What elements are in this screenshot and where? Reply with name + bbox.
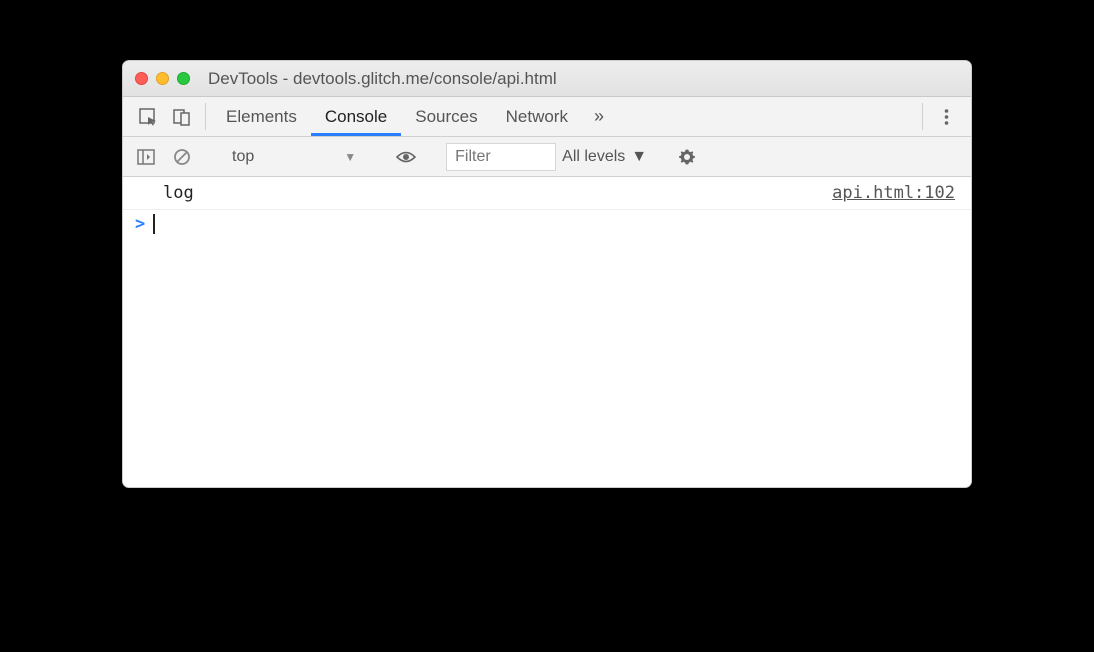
close-icon[interactable] — [135, 72, 148, 85]
device-mode-icon[interactable] — [165, 97, 199, 136]
live-expression-icon[interactable] — [391, 142, 421, 172]
tab-network[interactable]: Network — [492, 97, 582, 136]
log-message: log — [163, 183, 194, 203]
context-selector[interactable]: top ▼ — [222, 142, 366, 172]
kebab-menu-icon[interactable] — [929, 97, 963, 136]
divider — [922, 103, 923, 130]
chevron-down-icon: ▼ — [344, 150, 356, 164]
log-entry[interactable]: log api.html:102 — [123, 177, 971, 210]
chevron-down-icon: ▼ — [631, 148, 647, 166]
titlebar[interactable]: DevTools - devtools.glitch.me/console/ap… — [123, 61, 971, 97]
traffic-lights — [135, 72, 190, 85]
maximize-icon[interactable] — [177, 72, 190, 85]
log-levels-selector[interactable]: All levels ▼ — [562, 148, 647, 166]
sidebar-toggle-icon[interactable] — [131, 142, 161, 172]
console-output: log api.html:102 > — [123, 177, 971, 487]
tab-sources[interactable]: Sources — [401, 97, 491, 136]
devtools-window: DevTools - devtools.glitch.me/console/ap… — [122, 60, 972, 488]
clear-console-icon[interactable] — [167, 142, 197, 172]
context-label: top — [232, 148, 254, 166]
minimize-icon[interactable] — [156, 72, 169, 85]
text-cursor — [153, 214, 155, 234]
levels-label: All levels — [562, 148, 625, 166]
console-toolbar: top ▼ All levels ▼ — [123, 137, 971, 177]
filter-input[interactable] — [446, 143, 556, 171]
settings-icon[interactable] — [672, 142, 702, 172]
prompt-chevron-icon: > — [135, 214, 145, 234]
console-prompt[interactable]: > — [123, 210, 971, 238]
tabs-overflow-icon[interactable]: » — [582, 97, 616, 136]
log-source-link[interactable]: api.html:102 — [832, 183, 955, 203]
divider — [205, 103, 206, 130]
tabbar: Elements Console Sources Network » — [123, 97, 971, 137]
tab-console[interactable]: Console — [311, 97, 401, 136]
tab-elements[interactable]: Elements — [212, 97, 311, 136]
inspect-element-icon[interactable] — [131, 97, 165, 136]
window-title: DevTools - devtools.glitch.me/console/ap… — [208, 69, 557, 89]
